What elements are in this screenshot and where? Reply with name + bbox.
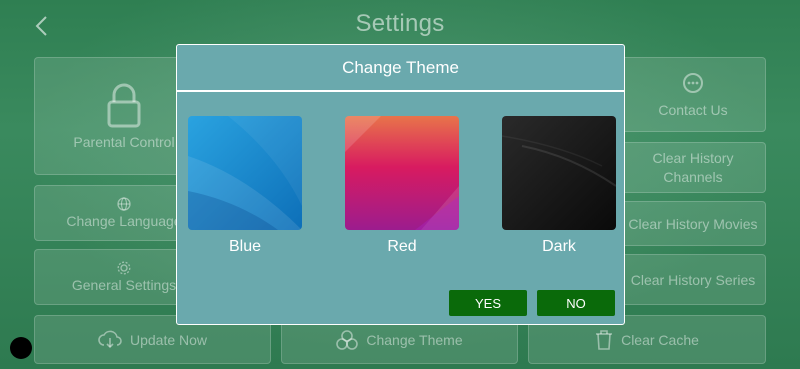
gear-icon xyxy=(117,261,131,275)
yes-button[interactable]: YES xyxy=(449,290,527,316)
header: Settings xyxy=(0,0,800,50)
blue-theme-swatch[interactable] xyxy=(188,116,302,230)
tile-label: Clear Cache xyxy=(621,331,699,348)
trash-icon xyxy=(595,329,613,350)
theme-option-red[interactable]: Red xyxy=(345,116,459,256)
floating-dot[interactable] xyxy=(10,337,32,359)
tile-label: Clear History Series xyxy=(630,271,756,288)
change-theme-dialog: Change Theme Blue Red Dark YES NO xyxy=(176,44,625,325)
dark-theme-swatch[interactable] xyxy=(502,116,616,230)
no-button[interactable]: NO xyxy=(537,290,615,316)
lock-icon xyxy=(104,82,144,128)
red-theme-swatch[interactable] xyxy=(345,116,459,230)
tile-label: Change Language xyxy=(66,213,182,229)
tile-label: Change Theme xyxy=(366,331,463,348)
support-icon xyxy=(681,72,705,96)
tile-label: Clear History Channels xyxy=(652,149,734,185)
tile-label: Clear History Movies xyxy=(628,215,758,232)
contact-us-tile[interactable]: Contact Us xyxy=(620,57,766,132)
globe-icon xyxy=(117,197,131,211)
tile-label: Parental Control xyxy=(73,134,175,150)
clear-history-channels-tile[interactable]: Clear History Channels xyxy=(620,142,766,193)
clear-history-movies-tile[interactable]: Clear History Movies xyxy=(620,201,766,246)
cloud-download-icon xyxy=(98,330,122,350)
dialog-divider xyxy=(177,90,624,92)
swatch-label: Dark xyxy=(542,238,576,255)
swatch-label: Blue xyxy=(228,238,262,255)
tile-label: Update Now xyxy=(129,331,208,348)
dialog-title: Change Theme xyxy=(342,57,459,77)
tile-label: General Settings xyxy=(71,277,177,293)
page-title: Settings xyxy=(355,10,445,37)
theme-option-dark[interactable]: Dark xyxy=(502,116,616,256)
tile-label: Contact Us xyxy=(658,101,728,118)
theme-option-blue[interactable]: Blue xyxy=(188,116,302,256)
palette-icon xyxy=(336,329,359,350)
clear-history-series-tile[interactable]: Clear History Series xyxy=(620,254,766,305)
swatch-label: Red xyxy=(387,238,417,255)
